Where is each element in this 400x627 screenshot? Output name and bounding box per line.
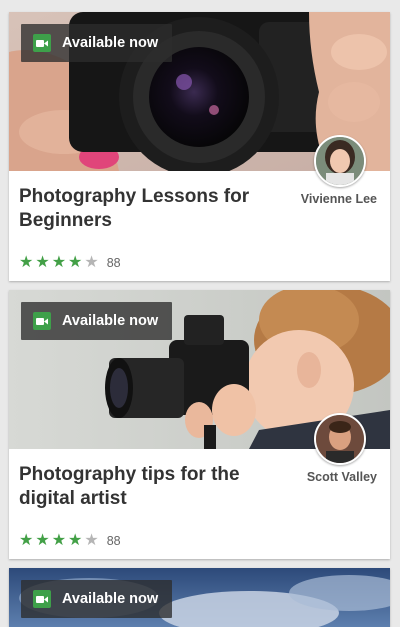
author-name[interactable]: Scott Valley <box>307 470 377 484</box>
star-icon: ★ <box>68 254 83 271</box>
availability-badge: Available now <box>21 580 173 618</box>
star-icon: ★ <box>84 254 99 271</box>
availability-label: Available now <box>62 313 159 329</box>
star-icon: ★ <box>51 254 67 271</box>
course-card[interactable]: Available now Photography Lessons for Be… <box>9 12 390 281</box>
author-name[interactable]: Vivienne Lee <box>301 192 377 206</box>
video-camera-icon <box>33 312 51 330</box>
star-icon: ★ <box>68 532 83 549</box>
course-title[interactable]: Photography tips for the digital artist <box>19 463 269 511</box>
video-camera-icon <box>33 34 51 52</box>
course-card[interactable]: Available now <box>9 568 390 627</box>
star-icon: ★ <box>35 532 50 549</box>
availability-badge: Available now <box>21 302 173 340</box>
star-rating: ★ ★ ★ ★ ★ 88 <box>19 255 121 271</box>
video-camera-icon <box>33 590 51 608</box>
availability-label: Available now <box>62 35 159 51</box>
star-icon: ★ <box>51 532 67 549</box>
star-icon: ★ <box>19 254 34 271</box>
rating-count: 88 <box>106 256 121 270</box>
star-rating: ★ ★ ★ ★ ★ 88 <box>19 533 121 549</box>
course-title[interactable]: Photography Lessons for Beginners <box>19 185 269 233</box>
availability-label: Available now <box>62 591 159 607</box>
availability-badge: Available now <box>21 24 173 62</box>
star-icon: ★ <box>84 532 99 549</box>
course-card[interactable]: Available now Photography tips for the d… <box>9 290 390 559</box>
star-icon: ★ <box>19 532 34 549</box>
rating-count: 88 <box>106 534 121 548</box>
course-thumbnail: Available now <box>9 568 390 627</box>
star-icon: ★ <box>35 254 50 271</box>
